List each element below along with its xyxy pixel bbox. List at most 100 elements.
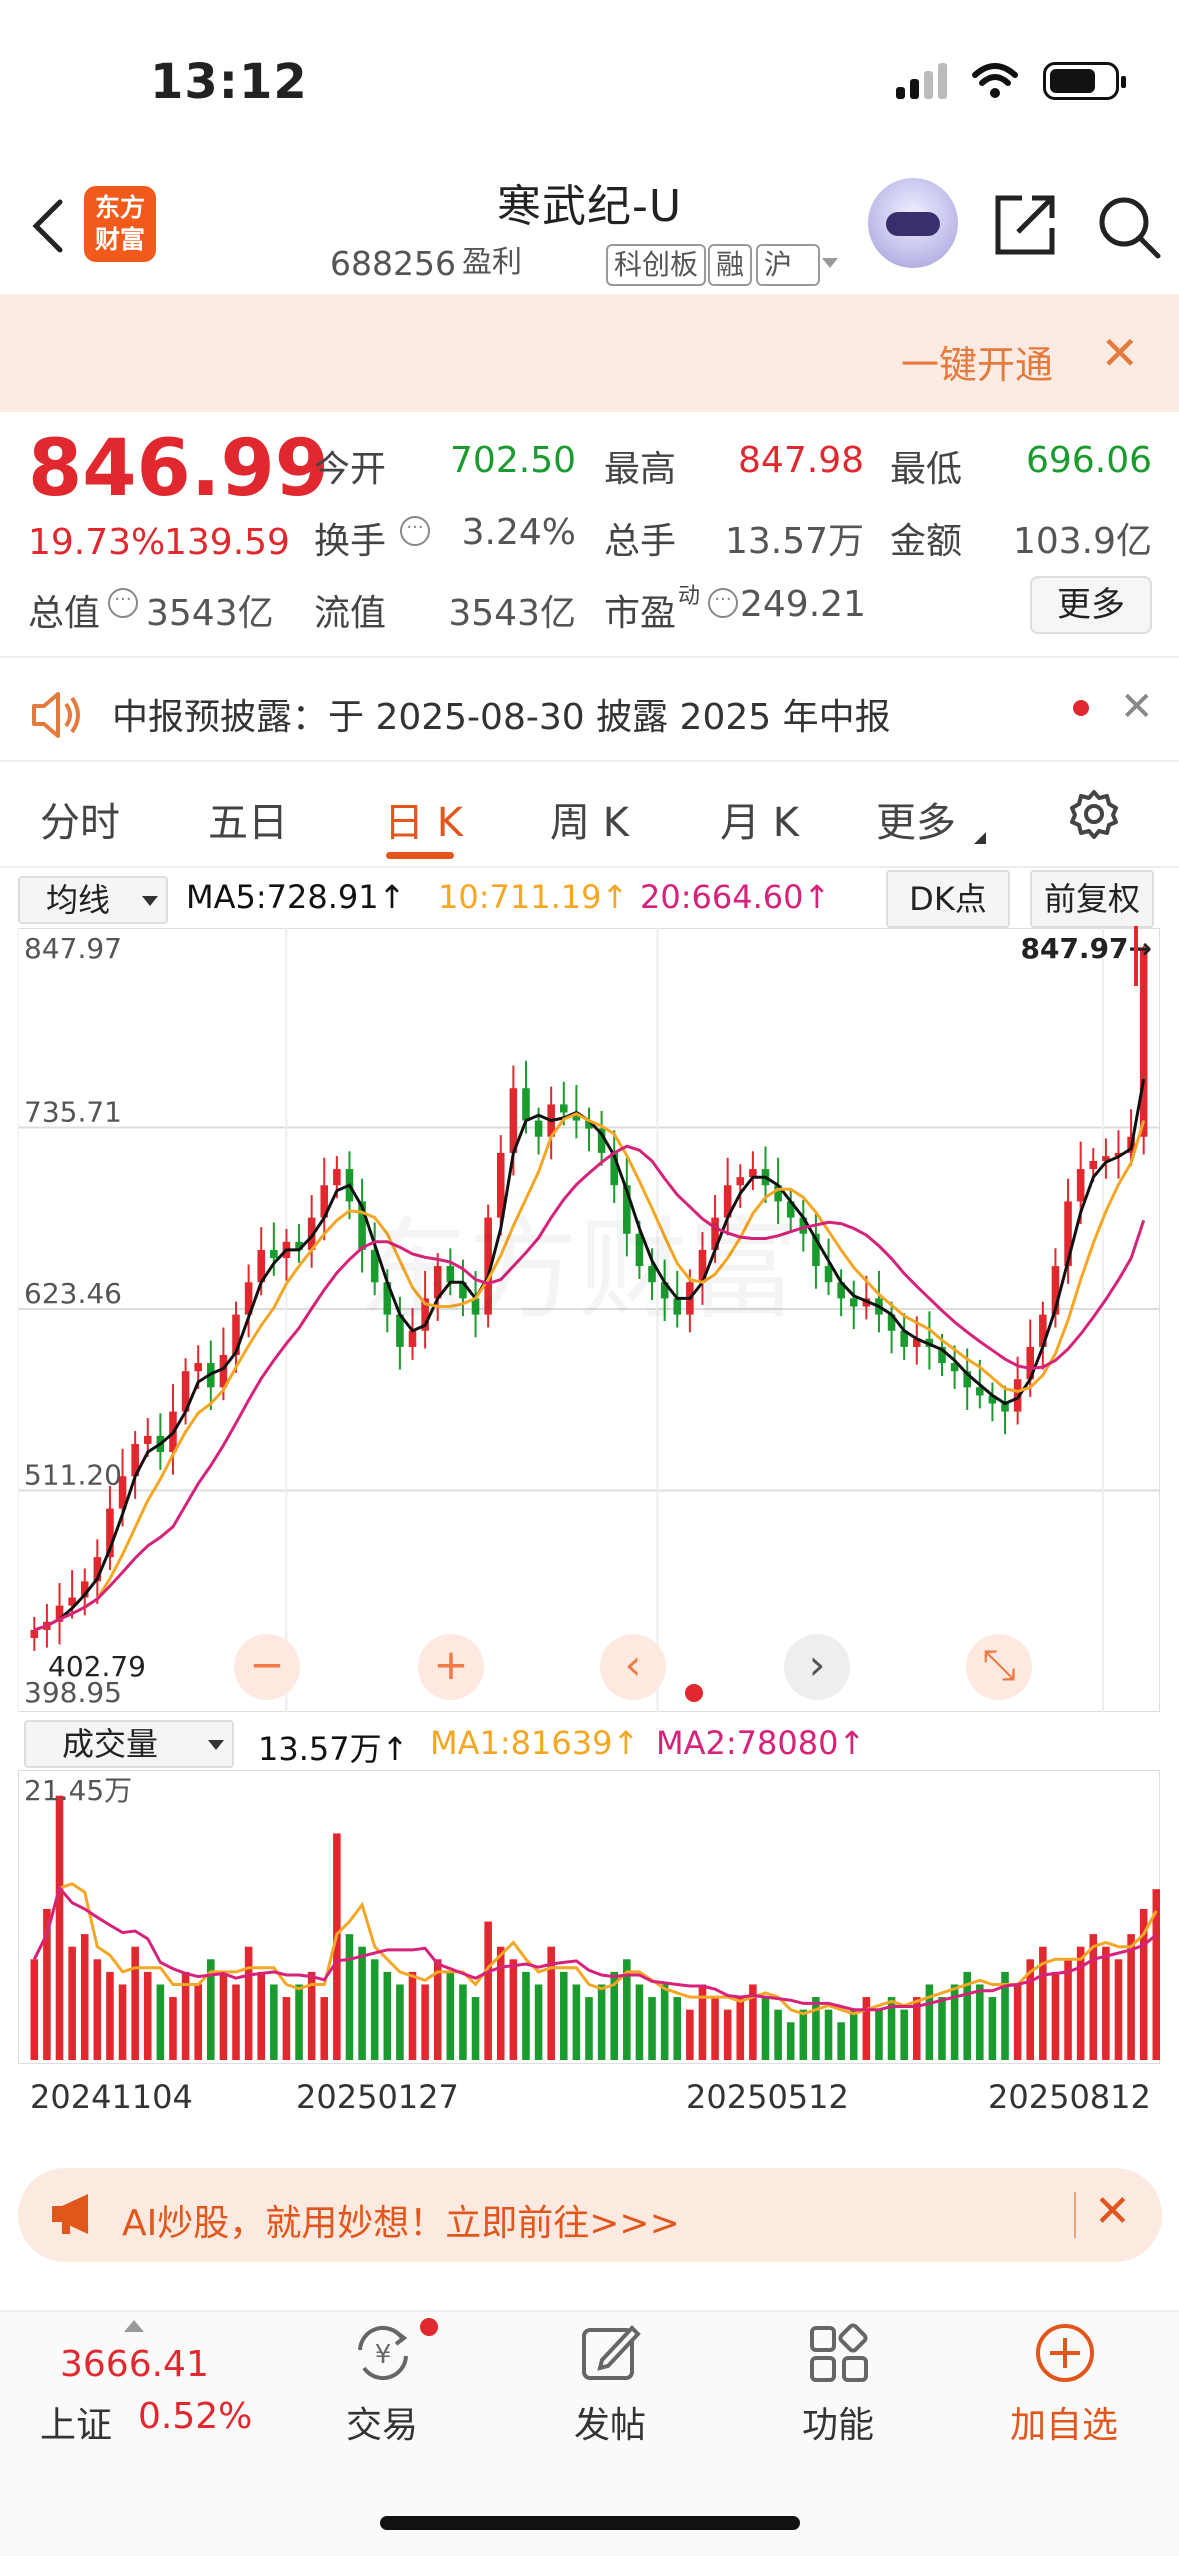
y-tick-label: 511.20	[24, 1459, 122, 1492]
candle-body	[736, 1177, 745, 1186]
ma20-label: 20:664.60↑	[640, 878, 830, 916]
chevron-down-icon	[142, 896, 158, 906]
volume-bar	[1127, 1934, 1135, 2060]
tags-expand-icon[interactable]	[822, 258, 838, 268]
pe-superscript: 动	[678, 584, 701, 609]
search-icon[interactable]	[1096, 194, 1162, 260]
volume-bar	[509, 1959, 518, 2060]
volume-bar	[976, 1984, 984, 2060]
nav-functions[interactable]: 功能	[768, 2396, 908, 2448]
index-value[interactable]: 3666.41	[60, 2344, 209, 2385]
volume-ma1-value: MA1:81639	[430, 1724, 613, 1762]
volume-bar	[156, 1984, 165, 2060]
share-icon[interactable]	[992, 192, 1058, 258]
apps-icon[interactable]	[806, 2320, 872, 2386]
volume-bar	[118, 1984, 127, 2060]
volume-ma1-arrow: ↑	[612, 1724, 640, 1762]
tab-weekly-k[interactable]: 周 K	[550, 790, 629, 848]
notice-text[interactable]: 中报预披露：于 2025-08-30 披露 2025 年中报	[112, 688, 891, 740]
nav-trade[interactable]: 交易	[312, 2396, 452, 2448]
volume-label: 总手	[604, 521, 677, 562]
volume-bar	[446, 1971, 455, 2060]
volume-chart[interactable]: 21.45万	[18, 1770, 1160, 2064]
volume-indicator-select[interactable]: 成交量	[24, 1720, 234, 1768]
volume-bar	[232, 1984, 240, 2060]
change-percent: 19.73%	[28, 522, 166, 563]
turnover-label: 换手	[314, 521, 387, 562]
index-change[interactable]: 0.52%	[138, 2396, 252, 2437]
kline-chart[interactable]: 847.97735.71623.46511.20398.95847.97→402…	[18, 928, 1160, 1712]
megaphone-icon	[52, 2194, 88, 2234]
candle-body	[1139, 947, 1148, 1137]
ma10-label: 10:711.19↑	[438, 878, 628, 916]
tab-daily-k[interactable]: 日 K	[384, 790, 463, 848]
volume-value: 13.57万	[724, 521, 864, 562]
volume-bar	[484, 1921, 492, 2060]
post-icon[interactable]	[578, 2320, 644, 2386]
scroll-left-button[interactable]: ‹	[600, 1634, 666, 1700]
volume-bar	[711, 1997, 719, 2060]
dk-point-button[interactable]: DK点	[886, 870, 1010, 928]
volume-bar	[522, 1971, 530, 2060]
volume-bar	[55, 1795, 64, 2060]
ma10-value: 10:711.19	[438, 878, 602, 916]
volume-bar	[496, 1946, 505, 2060]
volume-ma2-value: MA2:78080	[656, 1724, 839, 1762]
info-icon[interactable]: ···	[400, 516, 430, 546]
volume-bar	[1114, 1959, 1123, 2060]
info-icon[interactable]: ···	[708, 588, 738, 618]
max-price-label: 847.97→	[1020, 932, 1152, 965]
home-indicator	[380, 2516, 800, 2530]
candle-body	[143, 1435, 152, 1444]
gear-icon[interactable]	[1068, 788, 1120, 840]
assistant-avatar[interactable]	[868, 178, 958, 268]
tab-five-day[interactable]: 五日	[208, 790, 288, 848]
zoom-out-button[interactable]: −	[234, 1634, 300, 1700]
tab-intraday[interactable]: 分时	[40, 790, 120, 848]
signal-icon	[896, 63, 947, 99]
float-cap-value: 3543亿	[448, 593, 576, 634]
promo-banner-text[interactable]: 一键开通	[901, 334, 1053, 389]
divider	[0, 866, 1179, 868]
volume-bar	[1102, 1946, 1110, 2060]
ma20-arrow: ↑	[803, 878, 831, 916]
candle-body	[534, 1120, 543, 1137]
price-adjust-button[interactable]: 前复权	[1030, 870, 1154, 928]
add-icon[interactable]	[1032, 2320, 1098, 2386]
unread-dot	[1073, 700, 1089, 716]
volume-bar	[106, 1971, 114, 2060]
index-name[interactable]: 上证	[40, 2396, 112, 2448]
volume-bar	[93, 1959, 102, 2060]
candle-body	[1089, 1160, 1098, 1170]
promo-close-button[interactable]: ✕	[1100, 326, 1139, 380]
ai-banner-close-button[interactable]: ✕	[1094, 2186, 1131, 2237]
divider	[0, 760, 1179, 762]
index-expand-icon[interactable]	[124, 2320, 144, 2332]
info-icon[interactable]: ···	[108, 588, 138, 618]
fullscreen-button[interactable]: ⤡	[966, 1634, 1032, 1700]
trade-icon[interactable]: ¥	[350, 2320, 416, 2386]
tab-monthly-k[interactable]: 月 K	[720, 790, 799, 848]
today-candle-mark	[1134, 926, 1138, 986]
high-value: 847.98	[738, 440, 864, 481]
nav-add-watchlist[interactable]: 加自选	[994, 2396, 1134, 2448]
nav-post[interactable]: 发帖	[540, 2396, 680, 2448]
volume-bar	[938, 1997, 946, 2060]
zoom-in-button[interactable]: +	[418, 1634, 484, 1700]
notice-close-button[interactable]: ✕	[1120, 684, 1154, 730]
tab-more[interactable]: 更多	[876, 790, 956, 848]
tag-margin: 融	[708, 244, 753, 286]
volume-bar	[761, 1997, 770, 2060]
tag-profit: 盈利	[462, 245, 522, 280]
volume-bar	[774, 2009, 782, 2060]
indicator-select[interactable]: 均线	[18, 876, 168, 924]
date-label: 20241104	[30, 2078, 193, 2116]
ai-banner-text[interactable]: AI炒股，就用妙想！立即前往>>>	[122, 2194, 680, 2246]
volume-bar	[320, 1997, 329, 2060]
scroll-right-button[interactable]: ›	[784, 1634, 850, 1700]
amount-value: 103.9亿	[1012, 521, 1152, 562]
ma5-label: MA5:728.91↑	[186, 878, 405, 916]
battery-icon	[1043, 62, 1126, 100]
more-button[interactable]: 更多	[1030, 576, 1152, 634]
candle-body	[522, 1088, 530, 1121]
